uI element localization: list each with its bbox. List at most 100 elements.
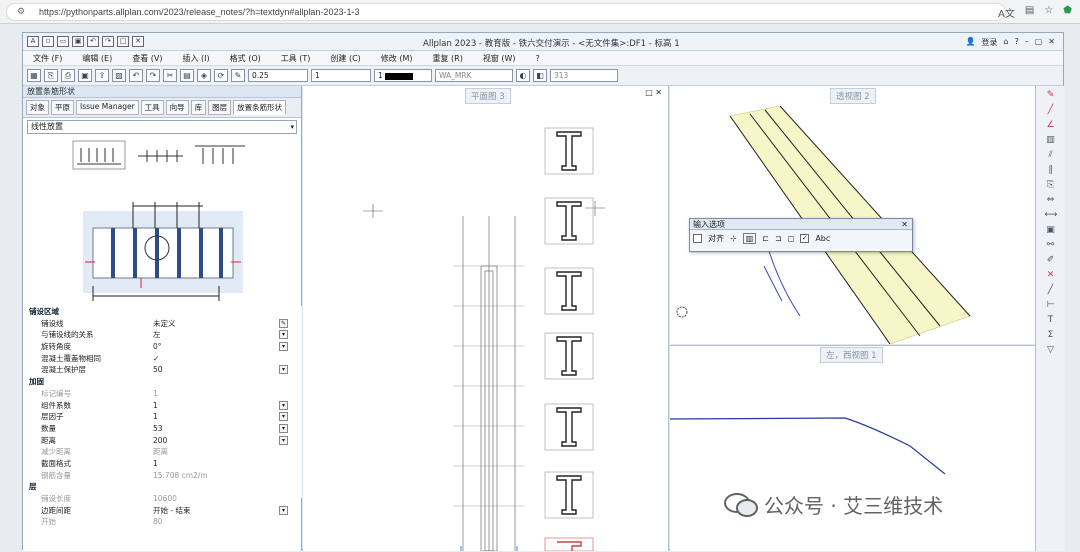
cut-icon[interactable]: ✂	[163, 69, 177, 82]
view-icon[interactable]: □	[117, 36, 129, 47]
line-type-select[interactable]: 1	[311, 69, 371, 82]
app-menu-icon[interactable]: A	[27, 36, 39, 47]
section-reinforcement[interactable]: 加固	[23, 376, 302, 388]
menu-insert[interactable]: 插入 (I)	[183, 53, 210, 64]
refresh-icon[interactable]: ⟳	[214, 69, 228, 82]
prop-row[interactable]: 与铺设线的关系左 ▾	[23, 329, 302, 341]
paste-icon[interactable]: ▤	[180, 69, 194, 82]
link-tool-icon[interactable]: ⚯	[1045, 239, 1057, 251]
menu-create[interactable]: 创建 (C)	[330, 53, 360, 64]
prop-row[interactable]: 混凝土保护层 50 ▾	[23, 364, 302, 376]
new-icon[interactable]: ▫	[42, 36, 54, 47]
menu-edit[interactable]: 编辑 (E)	[82, 53, 112, 64]
section-laying-area[interactable]: 铺设区域	[23, 306, 302, 318]
pen-thickness-select[interactable]: 0.25	[248, 69, 308, 82]
save-icon[interactable]: ▣	[72, 36, 84, 47]
prop-row[interactable]: 数量 53 ▾	[23, 423, 302, 435]
pen-tool-icon[interactable]: ✎	[1045, 89, 1057, 101]
prop-row[interactable]: 边距间距 开始 - 结束 ▾	[23, 505, 302, 517]
cube-icon[interactable]: ◈	[197, 69, 211, 82]
delete-tool-icon[interactable]: ✕	[1045, 269, 1057, 281]
tab-tools[interactable]: 工具	[140, 100, 164, 115]
user-icon[interactable]: 👤	[965, 37, 975, 48]
tab-plain[interactable]: 平原	[51, 100, 74, 115]
restore-button[interactable]: ▢	[1035, 37, 1043, 48]
chevron-down-icon[interactable]: ▾	[279, 412, 288, 422]
tab-wizard[interactable]: 向导	[165, 100, 189, 115]
pick-icon[interactable]: ✎	[279, 318, 288, 328]
dimension-tool-icon[interactable]: ⊢	[1045, 299, 1057, 311]
star-icon[interactable]: ☆	[1044, 5, 1053, 20]
viewport-left-west[interactable]: 左，西视图 1	[670, 345, 1035, 551]
shield-icon[interactable]: ⬟	[1063, 5, 1072, 20]
viewport-perspective[interactable]: 透视图 2	[670, 86, 1035, 344]
abc-checkbox[interactable]: ✓	[800, 234, 810, 243]
prop-row[interactable]: 截面格式 1	[23, 458, 302, 470]
menu-help[interactable]: ?	[536, 54, 540, 63]
chevron-down-icon[interactable]: ▾	[279, 330, 288, 340]
menu-view[interactable]: 查看 (V)	[132, 53, 162, 64]
menu-tools[interactable]: 工具 (T)	[281, 53, 311, 64]
export-icon[interactable]: ⇪	[95, 69, 109, 82]
close-icon[interactable]: ✕	[901, 219, 908, 230]
address-bar[interactable]: ⚙ https://pythonparts.allplan.com/2023/r…	[6, 3, 1006, 21]
grid-mode-icon[interactable]: ▥	[742, 233, 757, 244]
offset-tool-icon[interactable]: ∥	[1045, 164, 1057, 176]
redo-icon[interactable]: ↷	[102, 36, 114, 47]
menu-modify[interactable]: 修改 (M)	[381, 53, 413, 64]
viewport-plan[interactable]: 平面图 3 □ ✕	[303, 86, 669, 551]
minimize-button[interactable]: –	[1025, 37, 1029, 48]
tab-layers[interactable]: 图层	[208, 100, 232, 115]
option-b-icon[interactable]: ⊐	[775, 234, 782, 243]
line-tool-icon[interactable]: ╱	[1045, 104, 1057, 116]
angle-tool-icon[interactable]: ∠	[1045, 119, 1057, 131]
tab-place-rebar[interactable]: 放置条筋形状	[233, 100, 287, 115]
undo-icon[interactable]: ↶	[87, 36, 99, 47]
layer-select[interactable]: WA_MRK	[435, 69, 513, 82]
close-button[interactable]: ✕	[1048, 37, 1055, 48]
snap-icon[interactable]: ⊹	[730, 234, 737, 243]
login-link[interactable]: 登录	[981, 37, 997, 48]
print-icon[interactable]: ⎙	[61, 69, 75, 82]
cart-icon[interactable]: ⌂	[1003, 37, 1008, 48]
prop-row[interactable]: 层因子 1 ▾	[23, 411, 302, 423]
prop-row[interactable]: 铺设线 未定义 ✎	[23, 318, 302, 330]
menu-window[interactable]: 视窗 (W)	[483, 53, 516, 64]
section-layer[interactable]: 层	[23, 481, 302, 493]
filter-tool-icon[interactable]: ▽	[1045, 344, 1057, 356]
chevron-down-icon[interactable]: ▾	[279, 423, 288, 433]
site-info-icon[interactable]: ⚙	[17, 7, 27, 18]
mirror-tool-icon[interactable]: ⫽	[1045, 149, 1057, 161]
color-select[interactable]: 1	[374, 69, 432, 82]
copy-icon[interactable]: ⎘	[44, 69, 58, 82]
chevron-down-icon[interactable]: ▾	[279, 342, 288, 352]
pen-icon[interactable]: ✎	[231, 69, 245, 82]
chevron-down-icon[interactable]: ▾	[279, 505, 288, 515]
prop-row[interactable]: 距离 200 ▾	[23, 435, 302, 447]
layer-visibility-icon[interactable]: ◐	[516, 69, 530, 82]
tab-library[interactable]: 库	[190, 100, 207, 115]
save-icon[interactable]: ▣	[78, 69, 92, 82]
prop-row[interactable]: 旋转角度 0° ▾	[23, 341, 302, 353]
menu-format[interactable]: 格式 (O)	[230, 53, 261, 64]
open-icon[interactable]: ▭	[57, 36, 69, 47]
align-checkbox[interactable]	[693, 234, 702, 243]
undo-icon[interactable]: ↶	[129, 69, 143, 82]
draw-tool-icon[interactable]: ╱	[1045, 284, 1057, 296]
image-icon[interactable]: ▨	[112, 69, 126, 82]
tab-objects[interactable]: 对象	[26, 100, 49, 115]
edit-tool-icon[interactable]: ✐	[1045, 254, 1057, 266]
option-c-icon[interactable]: ◻	[788, 234, 795, 243]
prop-row[interactable]: 组件系数 1 ▾	[23, 400, 302, 412]
sum-tool-icon[interactable]: Σ	[1045, 329, 1057, 341]
copy-tool-icon[interactable]: ⎘	[1045, 179, 1057, 191]
tools-icon[interactable]: ✕	[132, 36, 144, 47]
menu-repeat[interactable]: 重复 (R)	[432, 53, 462, 64]
stretch-tool-icon[interactable]: ⟷	[1045, 209, 1058, 221]
translate-icon[interactable]: A文	[998, 5, 1015, 20]
layer-lock-icon[interactable]: ◧	[533, 69, 547, 82]
option-a-icon[interactable]: ⊏	[762, 234, 769, 243]
scale-select[interactable]: 313	[550, 69, 618, 82]
move-tool-icon[interactable]: ⇔	[1045, 194, 1057, 206]
prop-row[interactable]: 混凝土覆盖物相同 ✓	[23, 353, 302, 365]
